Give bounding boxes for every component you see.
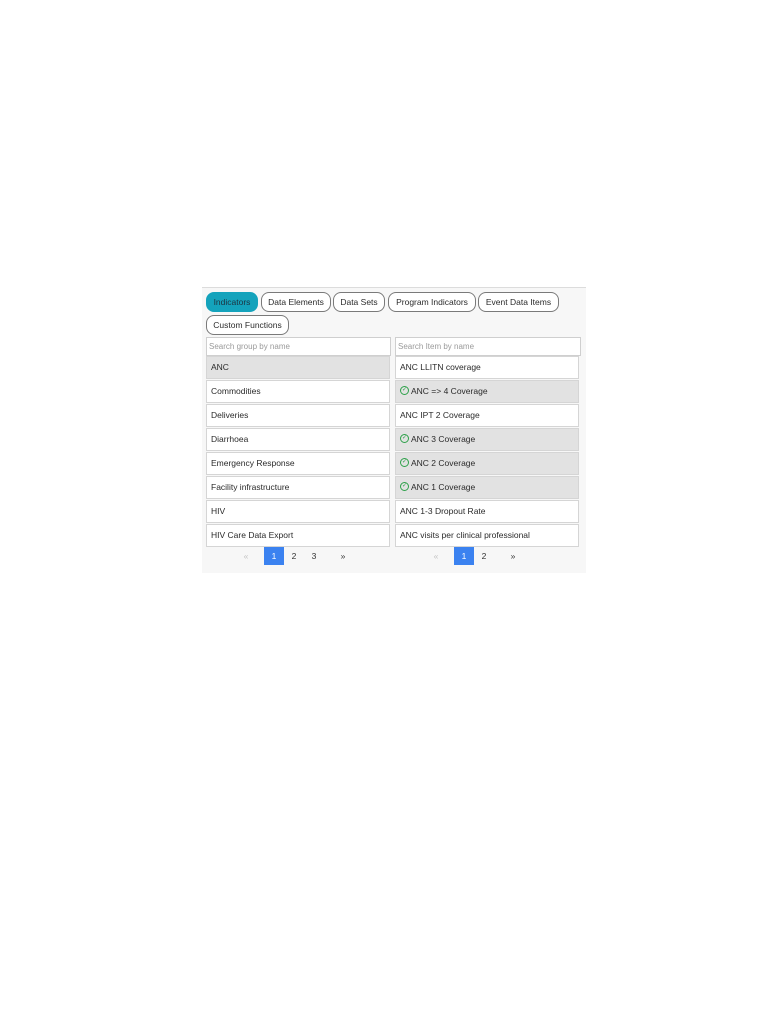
item-label: ANC => 4 Coverage xyxy=(411,386,488,396)
group-item-label: Deliveries xyxy=(211,410,249,420)
item-anc-1-coverage[interactable]: ✓ ANC 1 Coverage xyxy=(395,476,579,499)
item-label: ANC visits per clinical professional xyxy=(400,530,530,540)
item-label: ANC LLITN coverage xyxy=(400,362,481,372)
item-search-input[interactable] xyxy=(395,337,581,356)
tab-indicators[interactable]: Indicators xyxy=(206,292,258,312)
item-pagination: « 1 2 » xyxy=(426,547,576,565)
item-anc-4-coverage[interactable]: ✓ ANC => 4 Coverage xyxy=(395,380,579,403)
page-prev-button[interactable]: « xyxy=(236,547,256,565)
group-item-emergency-response[interactable]: Emergency Response xyxy=(206,452,390,475)
tab-event-data-items[interactable]: Event Data Items xyxy=(478,292,559,312)
item-label: ANC 2 Coverage xyxy=(411,458,476,468)
item-label: ANC IPT 2 Coverage xyxy=(400,410,480,420)
item-label: ANC 1 Coverage xyxy=(411,482,476,492)
tab-data-elements[interactable]: Data Elements xyxy=(261,292,331,312)
check-circle-icon: ✓ xyxy=(400,458,409,468)
data-selector-panel: Indicators Data Elements Data Sets Progr… xyxy=(202,287,586,573)
group-item-hiv[interactable]: HIV xyxy=(206,500,390,523)
item-anc-3-coverage[interactable]: ✓ ANC 3 Coverage xyxy=(395,428,579,451)
check-circle-icon: ✓ xyxy=(400,482,409,492)
group-item-facility-infrastructure[interactable]: Facility infrastructure xyxy=(206,476,390,499)
page-next-button[interactable]: » xyxy=(333,547,353,565)
page-3-button[interactable]: 3 xyxy=(304,547,324,565)
item-anc-2-coverage[interactable]: ✓ ANC 2 Coverage xyxy=(395,452,579,475)
group-item-hiv-care-data-export[interactable]: HIV Care Data Export xyxy=(206,524,390,547)
group-item-label: Facility infrastructure xyxy=(211,482,290,492)
tab-custom-functions[interactable]: Custom Functions xyxy=(206,315,289,335)
item-anc-1-3-dropout-rate[interactable]: ANC 1-3 Dropout Rate xyxy=(395,500,579,523)
page-prev-button[interactable]: « xyxy=(426,547,446,565)
page-1-button[interactable]: 1 xyxy=(264,547,284,565)
group-item-label: ANC xyxy=(211,362,229,372)
item-label: ANC 1-3 Dropout Rate xyxy=(400,506,486,516)
group-search-input[interactable] xyxy=(206,337,391,356)
check-circle-icon: ✓ xyxy=(400,434,409,444)
group-item-label: HIV Care Data Export xyxy=(211,530,294,540)
page-1-button[interactable]: 1 xyxy=(454,547,474,565)
group-item-deliveries[interactable]: Deliveries xyxy=(206,404,390,427)
group-item-commodities[interactable]: Commodities xyxy=(206,380,390,403)
item-label: ANC 3 Coverage xyxy=(411,434,476,444)
tab-data-sets[interactable]: Data Sets xyxy=(333,292,385,312)
group-item-anc[interactable]: ANC xyxy=(206,356,390,379)
page-next-button[interactable]: » xyxy=(503,547,523,565)
check-circle-icon: ✓ xyxy=(400,386,409,396)
group-item-label: HIV xyxy=(211,506,226,516)
page-2-button[interactable]: 2 xyxy=(474,547,494,565)
group-item-label: Emergency Response xyxy=(211,458,295,468)
item-anc-ipt-2-coverage[interactable]: ANC IPT 2 Coverage xyxy=(395,404,579,427)
page-2-button[interactable]: 2 xyxy=(284,547,304,565)
tab-program-indicators[interactable]: Program Indicators xyxy=(388,292,476,312)
group-item-diarrhoea[interactable]: Diarrhoea xyxy=(206,428,390,451)
group-pagination: « 1 2 3 » xyxy=(236,547,386,565)
item-anc-visits-per-clinical-professional[interactable]: ANC visits per clinical professional xyxy=(395,524,579,547)
group-item-label: Commodities xyxy=(211,386,261,396)
group-item-label: Diarrhoea xyxy=(211,434,249,444)
item-anc-llitn-coverage[interactable]: ANC LLITN coverage xyxy=(395,356,579,379)
